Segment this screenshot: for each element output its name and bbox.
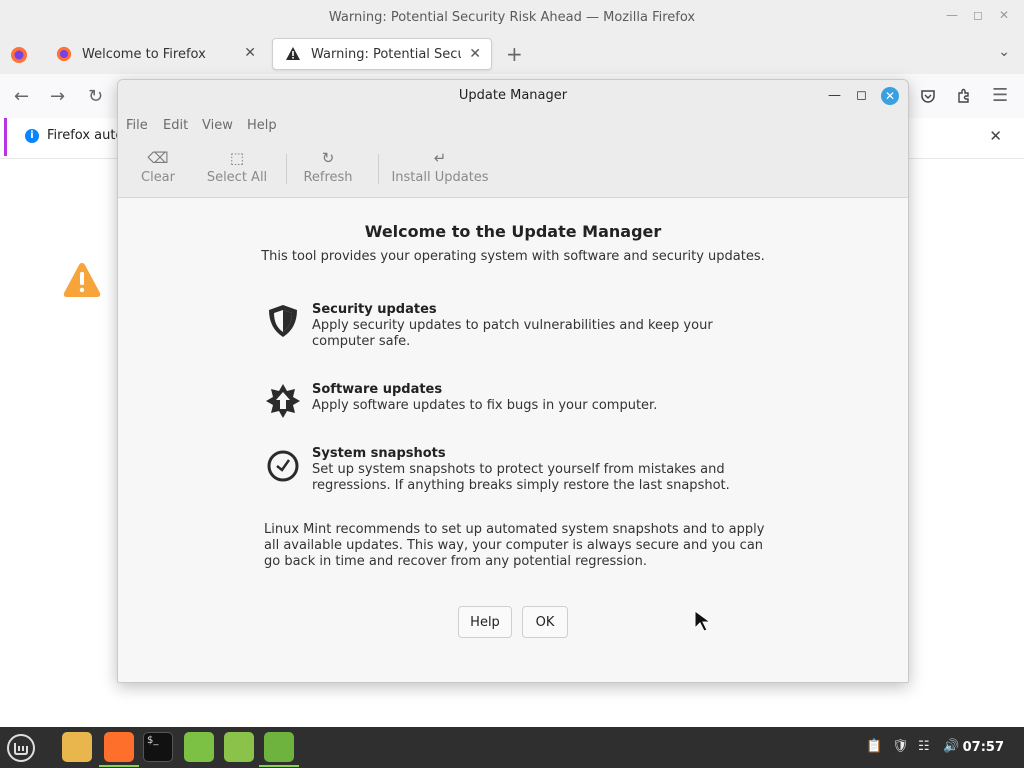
forward-icon[interactable]: → xyxy=(50,86,65,107)
tab-label: Welcome to Firefox xyxy=(82,46,206,62)
star-arrow-icon xyxy=(266,384,300,418)
clear-label: Clear xyxy=(141,170,175,185)
tab-close-icon[interactable]: ✕ xyxy=(469,46,481,62)
feature-title: System snapshots xyxy=(312,446,446,461)
minimize-icon[interactable]: — xyxy=(946,8,958,22)
window-title: Warning: Potential Security Risk Ahead —… xyxy=(328,9,696,25)
extensions-icon[interactable] xyxy=(956,88,972,104)
feature-title: Security updates xyxy=(312,302,437,317)
clipboard-icon[interactable]: 📋 xyxy=(866,739,882,754)
install-updates-label: Install Updates xyxy=(391,170,489,185)
network-icon[interactable]: ☷ xyxy=(918,739,930,754)
install-updates-button[interactable]: ↵ Install Updates xyxy=(390,148,490,185)
notification-text: Firefox auto xyxy=(47,128,124,143)
recommendation-text: Linux Mint recommends to set up automate… xyxy=(264,522,765,569)
warning-icon xyxy=(63,263,101,297)
feature-description: Apply security updates to patch vulnerab… xyxy=(312,318,713,349)
clock[interactable]: 07:57 xyxy=(963,740,1004,755)
maximize-icon[interactable]: ◻ xyxy=(973,8,983,22)
feature-description: Apply software updates to fix bugs in yo… xyxy=(312,398,658,413)
list-tabs-icon[interactable]: ⌄ xyxy=(998,44,1010,60)
feature-description: Set up system snapshots to protect yours… xyxy=(312,462,730,493)
menu-edit[interactable]: Edit xyxy=(163,118,188,133)
reload-icon[interactable]: ↻ xyxy=(88,86,103,107)
firefox-icon[interactable] xyxy=(104,732,134,762)
clear-icon: ⌫ xyxy=(147,149,169,167)
update-manager-header: Update Manager — ◻ ✕ File Edit View Help… xyxy=(118,80,908,198)
ok-button[interactable]: OK xyxy=(522,606,568,638)
tab-welcome[interactable]: Welcome to Firefox ✕ xyxy=(44,38,266,70)
install-icon: ↵ xyxy=(433,149,447,167)
toolbar-separator xyxy=(378,154,379,184)
notification-close-icon[interactable]: ✕ xyxy=(989,127,1002,145)
menu-view[interactable]: View xyxy=(202,118,233,133)
minimize-icon[interactable]: — xyxy=(828,88,841,103)
tab-close-icon[interactable]: ✕ xyxy=(244,45,256,61)
close-button[interactable]: ✕ xyxy=(881,87,899,105)
tab-warning[interactable]: Warning: Potential Security Risk Ahead ✕ xyxy=(272,38,492,70)
shield-tray-icon[interactable]: 🛡 xyxy=(892,739,909,754)
refresh-icon: ↻ xyxy=(321,149,335,167)
menu-file[interactable]: File xyxy=(126,118,148,133)
clear-button[interactable]: ⌫ Clear xyxy=(138,148,178,185)
maximize-icon[interactable]: ◻ xyxy=(856,88,867,103)
hamburger-menu-icon[interactable]: ☰ xyxy=(992,85,1008,106)
volume-icon[interactable]: 🔊 xyxy=(943,739,959,754)
window-title: Update Manager xyxy=(458,88,568,103)
pocket-icon[interactable] xyxy=(920,88,936,104)
toolbar-separator xyxy=(286,154,287,184)
shield-icon xyxy=(269,305,297,337)
welcome-heading: Welcome to the Update Manager xyxy=(364,222,662,241)
update-manager-window: Update Manager — ◻ ✕ File Edit View Help… xyxy=(117,79,909,683)
new-tab-button[interactable]: + xyxy=(506,42,523,66)
firefox-view-icon[interactable] xyxy=(10,46,28,64)
tab-label: Warning: Potential Security Risk Ahead xyxy=(311,46,461,62)
refresh-button[interactable]: ↻ Refresh xyxy=(302,148,354,185)
mouse-cursor-icon xyxy=(694,610,712,632)
firefox-titlebar: Warning: Potential Security Risk Ahead —… xyxy=(0,0,1024,34)
menu-icon[interactable] xyxy=(6,733,36,763)
files-icon[interactable] xyxy=(62,732,92,762)
select-all-icon: ⬚ xyxy=(229,149,245,167)
back-icon[interactable]: ← xyxy=(14,86,29,107)
clock-icon xyxy=(267,450,299,482)
spreadsheet-icon[interactable] xyxy=(224,732,254,762)
select-all-label: Select All xyxy=(206,170,268,185)
warning-icon xyxy=(286,47,300,60)
welcome-subtitle: This tool provides your operating system… xyxy=(261,249,765,264)
taskbar: $_ 📋 🛡 ☷ 🔊 07:57 xyxy=(0,727,1024,768)
terminal-icon[interactable]: $_ xyxy=(143,732,173,762)
active-indicator xyxy=(99,765,139,767)
info-icon: i xyxy=(25,129,39,143)
feature-title: Software updates xyxy=(312,382,443,397)
firefox-favicon-icon xyxy=(56,46,72,62)
refresh-label: Refresh xyxy=(303,170,353,185)
update-manager-icon[interactable] xyxy=(264,732,294,762)
close-icon[interactable]: ✕ xyxy=(999,8,1009,22)
select-all-button[interactable]: ⬚ Select All xyxy=(204,148,270,185)
mintinstall-icon[interactable] xyxy=(184,732,214,762)
welcome-panel: Welcome to the Update Manager This tool … xyxy=(118,198,908,682)
menu-help[interactable]: Help xyxy=(247,118,277,133)
active-indicator xyxy=(259,765,299,767)
help-button[interactable]: Help xyxy=(458,606,512,638)
